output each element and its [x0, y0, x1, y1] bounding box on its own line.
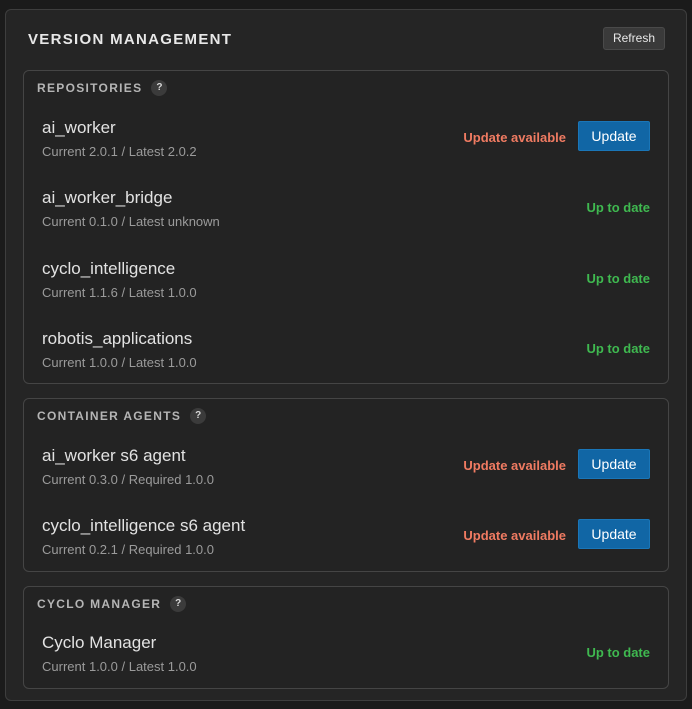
list-item: robotis_applications Current 1.0.0 / Lat… — [42, 329, 650, 379]
item-version: Current 2.0.1 / Latest 2.0.2 — [42, 144, 197, 159]
list-item: ai_worker s6 agent Current 0.3.0 / Requi… — [42, 446, 650, 496]
item-version: Current 1.0.0 / Latest 1.0.0 — [42, 355, 197, 370]
item-version: Current 1.1.6 / Latest 1.0.0 — [42, 285, 197, 300]
panel-title: VERSION MANAGEMENT — [28, 31, 233, 48]
item-name: ai_worker s6 agent — [42, 446, 186, 465]
section-cyclo-manager: CYCLO MANAGER ? Cyclo Manager Current 1.… — [23, 586, 669, 689]
list-item: cyclo_intelligence s6 agent Current 0.2.… — [42, 516, 650, 566]
status-badge: Up to date — [586, 200, 650, 215]
section-container-agents: CONTAINER AGENTS ? ai_worker s6 agent Cu… — [23, 398, 669, 572]
list-item: cyclo_intelligence Current 1.1.6 / Lates… — [42, 259, 650, 309]
section-title: CYCLO MANAGER — [37, 597, 162, 611]
help-icon[interactable]: ? — [170, 596, 187, 612]
status-badge: Up to date — [586, 645, 650, 660]
status-badge: Up to date — [586, 271, 650, 286]
help-icon[interactable]: ? — [190, 408, 207, 424]
section-title: CONTAINER AGENTS — [37, 409, 182, 423]
item-version: Current 0.1.0 / Latest unknown — [42, 214, 220, 229]
refresh-button[interactable]: Refresh — [602, 27, 665, 50]
section-repositories: REPOSITORIES ? ai_worker Current 2.0.1 /… — [23, 70, 669, 384]
help-icon[interactable]: ? — [151, 80, 168, 96]
update-button[interactable]: Update — [578, 121, 650, 151]
item-name: cyclo_intelligence — [42, 259, 176, 278]
item-name: ai_worker — [42, 118, 116, 137]
item-name: cyclo_intelligence s6 agent — [42, 516, 246, 535]
status-badge: Update available — [463, 130, 566, 145]
item-name: ai_worker_bridge — [42, 188, 173, 207]
update-button[interactable]: Update — [578, 519, 650, 549]
item-name: Cyclo Manager — [42, 633, 157, 652]
update-button[interactable]: Update — [578, 449, 650, 479]
version-management-panel: VERSION MANAGEMENT Refresh REPOSITORIES … — [5, 9, 687, 701]
list-item: Cyclo Manager Current 1.0.0 / Latest 1.0… — [42, 633, 650, 683]
item-version: Current 1.0.0 / Latest 1.0.0 — [42, 659, 197, 674]
item-name: robotis_applications — [42, 329, 193, 348]
item-version: Current 0.2.1 / Required 1.0.0 — [42, 542, 214, 557]
section-title: REPOSITORIES — [37, 81, 143, 95]
status-badge: Update available — [463, 528, 566, 543]
status-badge: Up to date — [586, 341, 650, 356]
status-badge: Update available — [463, 458, 566, 473]
item-version: Current 0.3.0 / Required 1.0.0 — [42, 472, 214, 487]
list-item: ai_worker Current 2.0.1 / Latest 2.0.2 U… — [42, 118, 650, 168]
list-item: ai_worker_bridge Current 0.1.0 / Latest … — [42, 188, 650, 238]
